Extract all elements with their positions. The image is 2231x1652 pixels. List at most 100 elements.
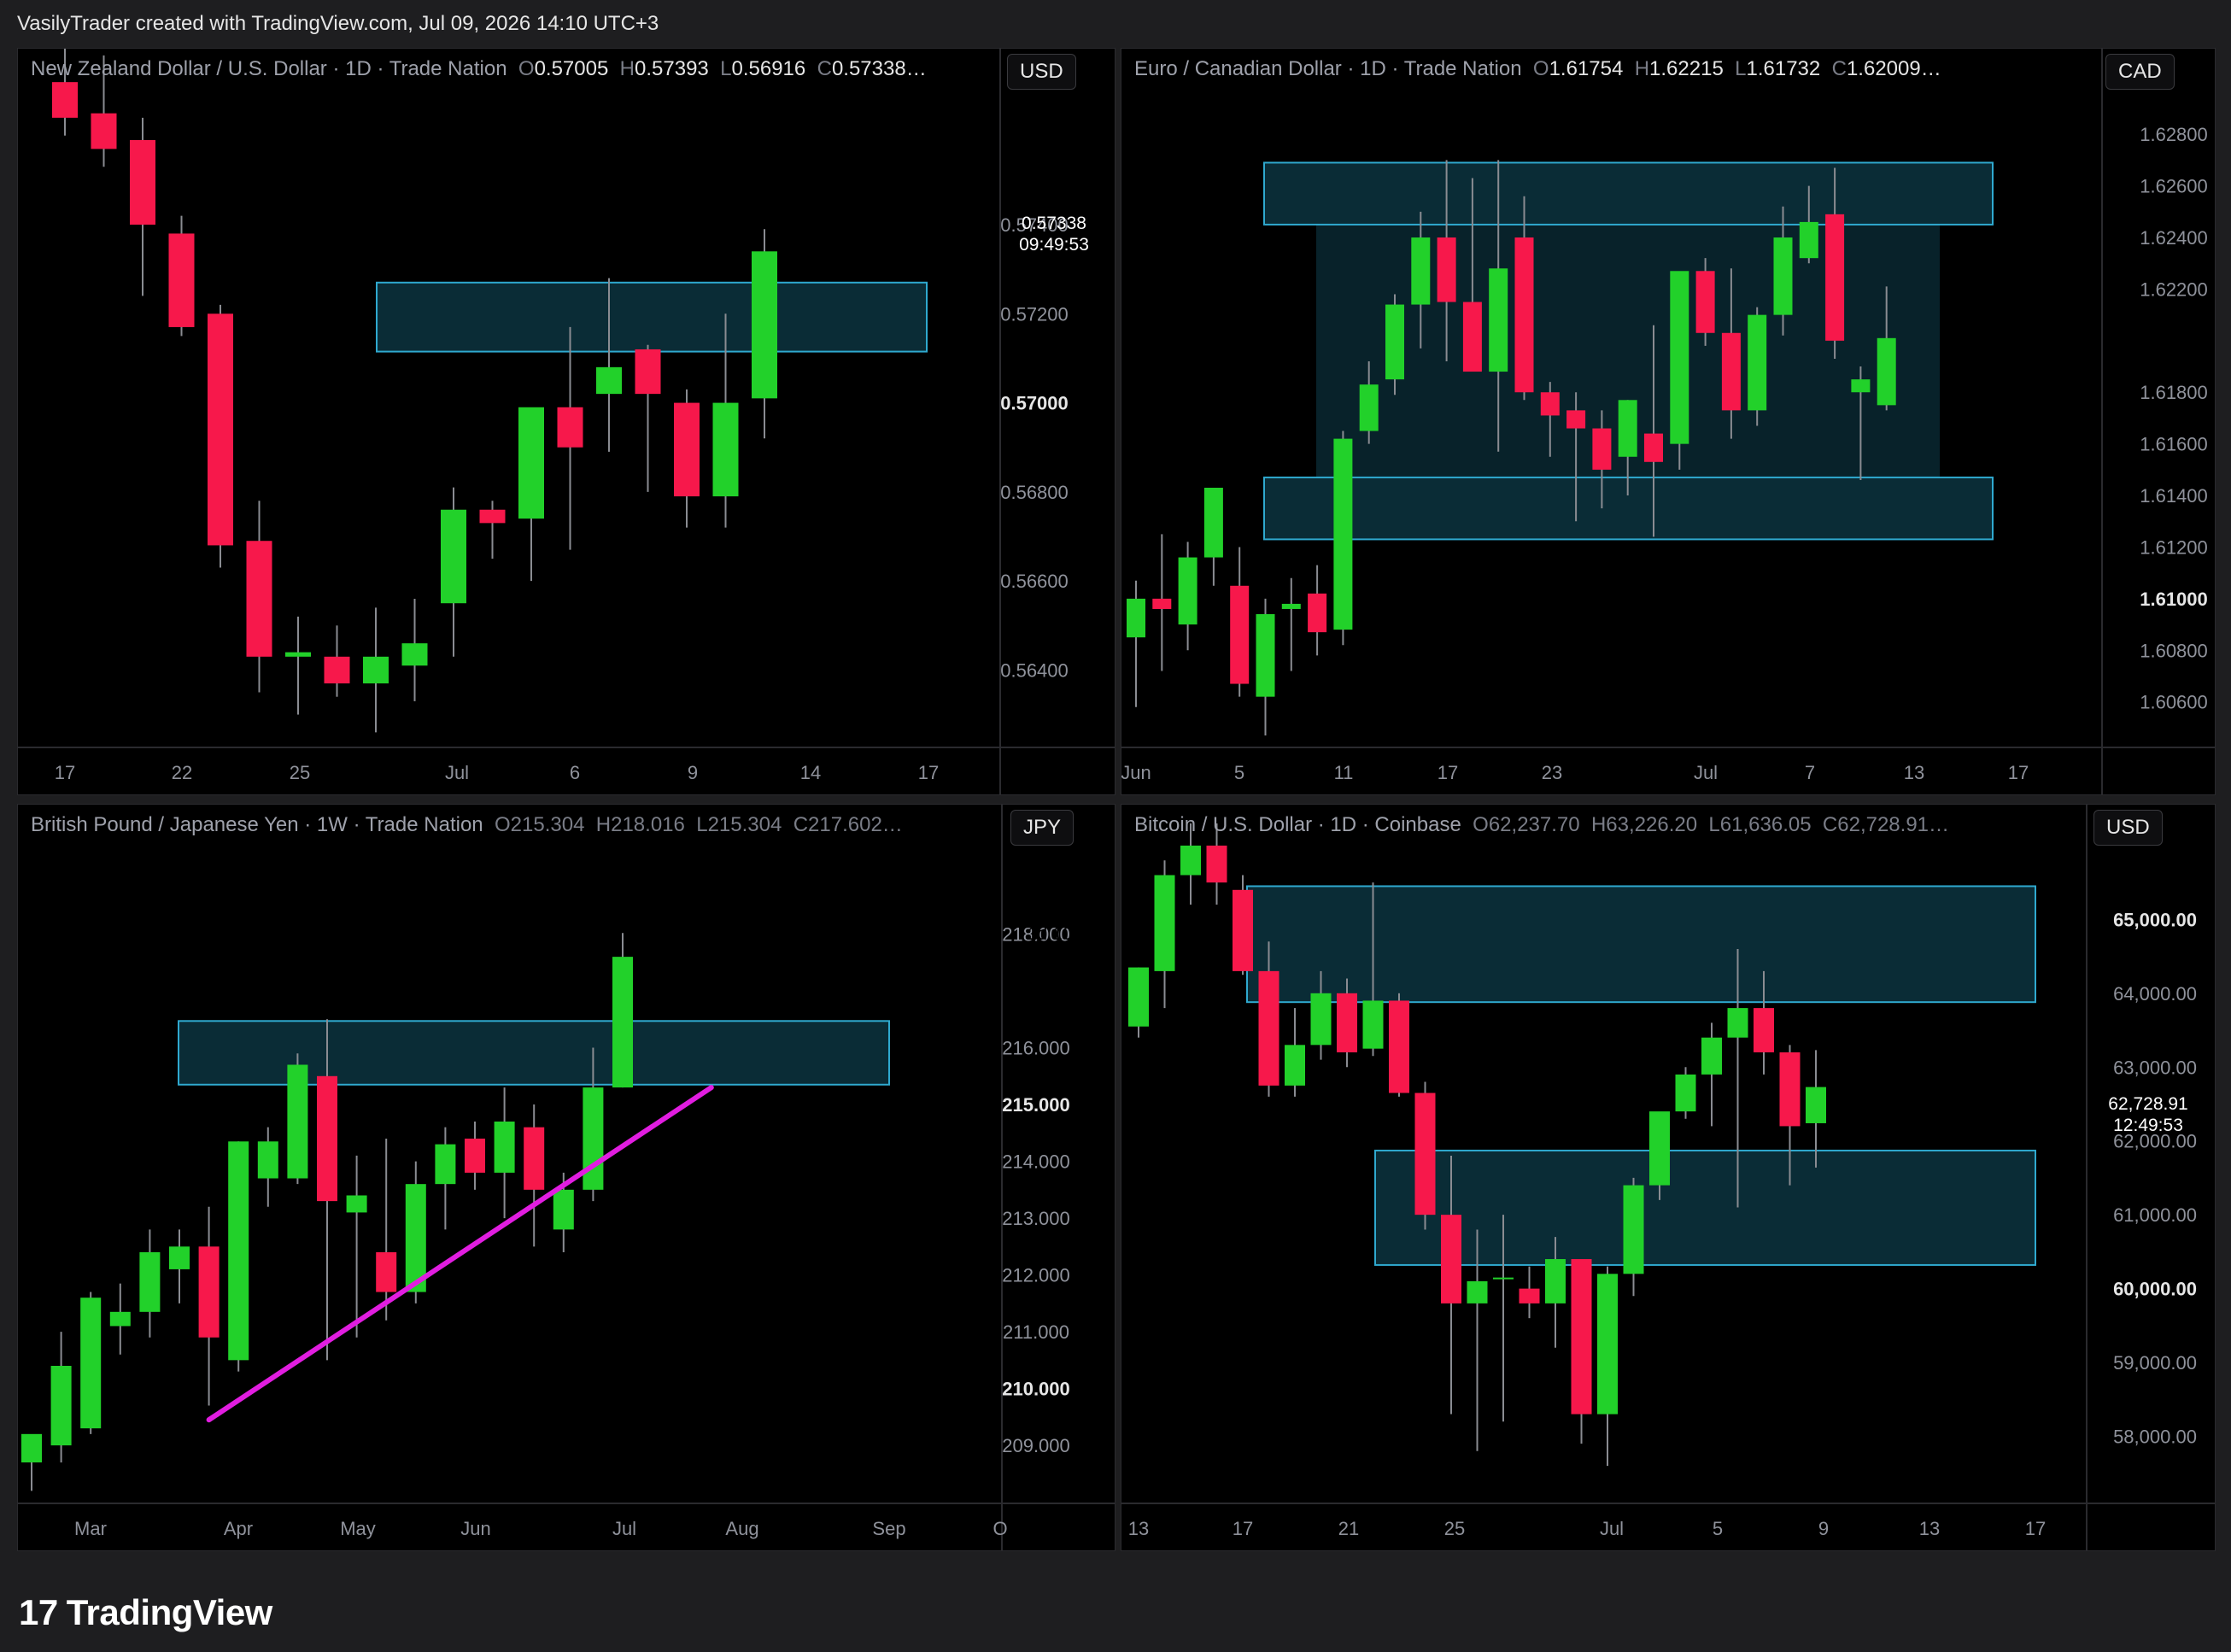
price-axis-label: 210.000	[1002, 1379, 1070, 1400]
time-axis-label: Sep	[872, 1518, 905, 1539]
last-price-tag: 1.62009 09:49:53	[2117, 311, 2187, 352]
candle-body	[674, 402, 700, 497]
currency-selector[interactable]: USD	[2093, 810, 2163, 846]
price-axis-label: 214.000	[1002, 1151, 1070, 1173]
candle-body	[1779, 1052, 1801, 1127]
tradingview-logo[interactable]: 17 TradingView	[19, 1592, 272, 1633]
price-axis-label: 213.000	[1002, 1208, 1070, 1229]
candle-body	[169, 1246, 190, 1269]
time-axis-label: 17	[55, 762, 75, 783]
time-axis-label: 25	[1444, 1518, 1465, 1539]
legend-btcusd: Bitcoin / U.S. Dollar · 1D · Coinbase O6…	[1134, 813, 1950, 836]
candle-body	[50, 1366, 72, 1446]
time-axis-label: 5	[1713, 1518, 1723, 1539]
price-axis-label: 212.000	[1002, 1265, 1070, 1286]
candle-body	[1467, 1280, 1488, 1303]
candle-body	[596, 366, 622, 395]
candle-body	[1644, 433, 1663, 462]
time-axis-label: Jul	[1694, 762, 1718, 783]
candle-body	[285, 652, 311, 657]
time-axis-label: 22	[172, 762, 192, 783]
price-axis-label: 58,000.00	[2113, 1426, 2197, 1447]
candlestick-chart[interactable]: 65,000.0064,000.0063,000.0062,000.0061,0…	[1121, 805, 2215, 1550]
time-axis-label: 17	[2008, 762, 2029, 783]
price-axis-label: 1.62600	[2140, 176, 2208, 197]
time-axis-label: Jul	[445, 762, 469, 783]
candle-body	[1258, 970, 1279, 1086]
candlestick-chart[interactable]: 218.000216.000215.000214.000213.000212.0…	[18, 805, 1115, 1550]
candle-body	[346, 1195, 367, 1213]
candle-body	[1333, 438, 1353, 630]
time-axis-label: 13	[1904, 762, 1924, 783]
currency-selector[interactable]: CAD	[2105, 54, 2175, 90]
candle-body	[1754, 1008, 1774, 1052]
candle-body	[1437, 237, 1456, 302]
chart-panel-btcusd[interactable]: Bitcoin / U.S. Dollar · 1D · Coinbase O6…	[1121, 804, 2216, 1551]
candle-body	[130, 139, 155, 225]
candle-body	[1462, 302, 1482, 372]
time-axis-label: O	[993, 1518, 1007, 1539]
candle-body	[1623, 1185, 1644, 1274]
time-axis-label: Mar	[74, 1518, 107, 1539]
candle-body	[1206, 845, 1227, 883]
price-axis-label: 1.61800	[2140, 382, 2208, 403]
candle-body	[1773, 237, 1793, 315]
candle-body	[1721, 332, 1741, 411]
price-axis-label: 1.61400	[2140, 485, 2208, 507]
candle-body	[21, 1433, 42, 1463]
candle-body	[1285, 1045, 1305, 1086]
legend-eurcad: Euro / Canadian Dollar · 1D · Trade Nati…	[1134, 57, 1941, 80]
candle-body	[712, 402, 739, 497]
candle-body	[376, 1251, 397, 1292]
candlestick-chart[interactable]: 0.574000.572000.570000.568000.566000.564…	[18, 49, 1115, 794]
price-axis-label: 64,000.00	[2113, 983, 2197, 1005]
chart-panel-nzdusd[interactable]: New Zealand Dollar / U.S. Dollar · 1D · …	[17, 48, 1116, 795]
price-axis-label: 1.61200	[2140, 536, 2208, 558]
currency-selector[interactable]: JPY	[1010, 810, 1075, 846]
time-axis-label: Aug	[725, 1518, 758, 1539]
candle-body	[1519, 1288, 1540, 1303]
candle-body	[557, 407, 583, 448]
candlestick-chart[interactable]: 1.62800 1.62600 1.62400 1.62200 1.61800 1.616…	[1121, 49, 2215, 794]
price-axis-label: 1.62200	[2140, 278, 2208, 300]
candle-body	[109, 1311, 131, 1327]
supply-demand-zone	[178, 1020, 890, 1086]
price-axis-label: 0.56400	[1000, 659, 1069, 681]
price-axis-label: 61,000.00	[2113, 1204, 2197, 1226]
candle-body	[363, 656, 389, 684]
candle-body	[583, 1087, 604, 1190]
last-price-tag: 62,728.91 12:49:53	[2108, 1094, 2188, 1135]
candle-body	[80, 1298, 102, 1429]
candle-body	[1727, 1008, 1748, 1038]
candle-body	[1178, 557, 1197, 625]
candle-body	[1695, 271, 1715, 333]
candle-body	[228, 1141, 249, 1361]
candle-body	[524, 1127, 545, 1190]
candle-body	[1701, 1037, 1722, 1075]
time-axis-label: May	[340, 1518, 376, 1539]
candle-body	[479, 509, 506, 524]
candle-body	[1127, 598, 1145, 638]
candle-body	[553, 1189, 574, 1230]
candle-body	[1799, 221, 1818, 259]
candle-body	[1389, 1000, 1409, 1093]
candle-body	[1748, 314, 1767, 411]
time-axis-label: 6	[570, 762, 580, 783]
time-axis-label: 7	[1805, 762, 1815, 783]
candle-body	[198, 1246, 220, 1338]
candle-body	[1540, 392, 1560, 416]
candle-body	[1154, 875, 1175, 971]
candle-body	[1414, 1093, 1436, 1216]
candle-body	[1385, 304, 1404, 380]
candle-body	[1675, 1074, 1696, 1112]
chart-panel-eurcad[interactable]: Euro / Canadian Dollar · 1D · Trade Nati…	[1121, 48, 2216, 795]
chart-panel-gbpjpy[interactable]: British Pound / Japanese Yen · 1W · Trad…	[17, 804, 1116, 1551]
candle-body	[91, 113, 117, 149]
time-axis-label: 11	[1334, 762, 1354, 783]
currency-selector[interactable]: USD	[1007, 54, 1076, 90]
price-axis-label: 0.57000	[1000, 393, 1069, 414]
candle-body	[1230, 585, 1250, 684]
candle-body	[435, 1144, 456, 1185]
tradingview-logo-icon: 17	[19, 1592, 58, 1632]
candle-body	[208, 313, 233, 546]
